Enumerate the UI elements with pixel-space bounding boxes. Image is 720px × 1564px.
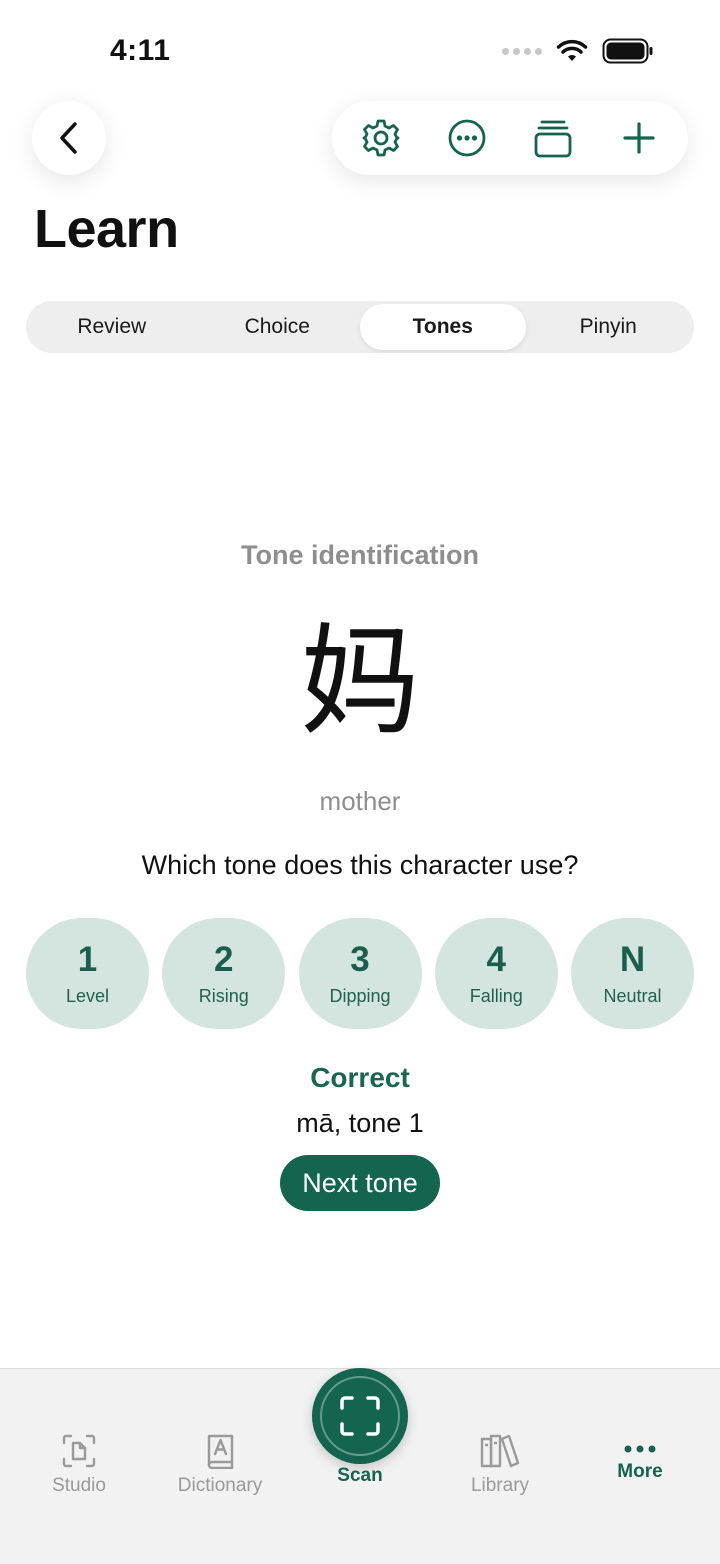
character-meaning: mother (319, 786, 401, 816)
battery-icon (602, 38, 653, 64)
tab-dictionary-label: Dictionary (177, 1475, 263, 1496)
scan-document-icon (62, 1434, 96, 1468)
settings-button[interactable] (346, 103, 416, 173)
top-toolbar (332, 101, 688, 175)
tone-options: 1 Level 2 Rising 3 Dipping 4 Falling N N… (26, 918, 694, 1029)
next-tone-button[interactable]: Next tone (280, 1155, 440, 1211)
tone-name: Rising (198, 986, 249, 1006)
tab-pinyin[interactable]: Pinyin (526, 304, 692, 350)
tone-option-neutral[interactable]: N Neutral (571, 918, 694, 1029)
tone-number: 2 (214, 940, 234, 979)
answer-text: mā, tone 1 (296, 1108, 424, 1138)
tab-review[interactable]: Review (29, 304, 195, 350)
bottom-tab-bar: Studio Dictionary Scan Library More (0, 1368, 720, 1564)
tone-option-1[interactable]: 1 Level (26, 918, 149, 1029)
back-button[interactable] (32, 101, 106, 175)
status-bar: 4:11 (0, 0, 720, 100)
wifi-icon (556, 39, 588, 61)
tone-option-3[interactable]: 3 Dipping (298, 918, 422, 1029)
plus-icon (623, 122, 655, 154)
cards-stack-icon (534, 120, 572, 158)
tone-number: 3 (350, 940, 370, 979)
tab-studio-label: Studio (52, 1475, 106, 1496)
tab-tones[interactable]: Tones (360, 304, 526, 350)
tone-number: 4 (486, 940, 506, 979)
status-icons (502, 38, 654, 64)
tone-option-2[interactable]: 2 Rising (162, 918, 286, 1029)
tone-number: N (619, 940, 646, 979)
page-title: Learn (34, 199, 179, 259)
chevron-left-icon (60, 122, 77, 154)
books-icon (480, 1434, 520, 1468)
tone-name: Neutral (603, 986, 662, 1006)
result-label: Correct (310, 1062, 410, 1093)
tab-more-label: More (617, 1461, 663, 1482)
scan-viewfinder-icon (340, 1396, 380, 1436)
more-options-button[interactable] (432, 103, 502, 173)
scan-button[interactable] (312, 1368, 408, 1464)
cellular-signal-icon (502, 47, 542, 55)
tone-number: 1 (77, 940, 98, 979)
tab-choice[interactable]: Choice (195, 304, 361, 350)
ellipsis-icon (624, 1445, 656, 1453)
ellipsis-circle-icon (448, 119, 486, 157)
tab-more[interactable]: More (580, 1439, 700, 1483)
tab-dictionary[interactable]: Dictionary (160, 1431, 280, 1497)
tone-name: Falling (469, 986, 523, 1006)
gear-icon (362, 119, 400, 157)
status-time: 4:11 (110, 34, 171, 67)
quiz-question: Which tone does this character use? (141, 850, 579, 880)
tone-name: Level (65, 986, 110, 1006)
dictionary-book-icon (207, 1434, 234, 1469)
tab-library-label: Library (470, 1475, 530, 1496)
tab-library[interactable]: Library (440, 1431, 560, 1497)
quiz-character: 妈 (300, 613, 420, 752)
tab-scan-label: Scan (337, 1465, 383, 1486)
quiz-subtitle-row: Tone identification (0, 540, 720, 571)
tone-name: Dipping (329, 986, 391, 1006)
cards-button[interactable] (518, 103, 588, 173)
quiz-subtitle: Tone identification (241, 540, 479, 570)
tab-studio[interactable]: Studio (19, 1431, 139, 1497)
mode-segmented-control: Review Choice Tones Pinyin (26, 301, 694, 353)
tone-option-4[interactable]: 4 Falling (434, 918, 558, 1029)
add-button[interactable] (604, 103, 674, 173)
